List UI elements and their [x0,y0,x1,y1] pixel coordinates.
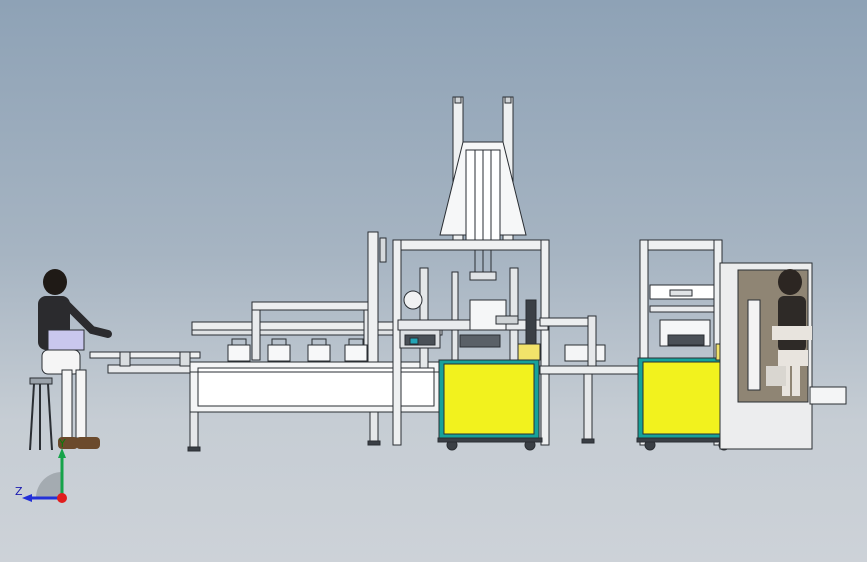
assembly-model[interactable] [0,0,867,562]
central-hopper-tower [439,96,527,281]
cad-viewport[interactable]: Z Y [0,0,867,562]
feed-conveyor [89,351,201,374]
axis-y-label: Y [59,437,66,450]
axis-z-label: Z [15,485,23,498]
transfer-conveyor [539,315,643,444]
triad-icon [22,448,67,503]
operator-left [29,269,112,451]
